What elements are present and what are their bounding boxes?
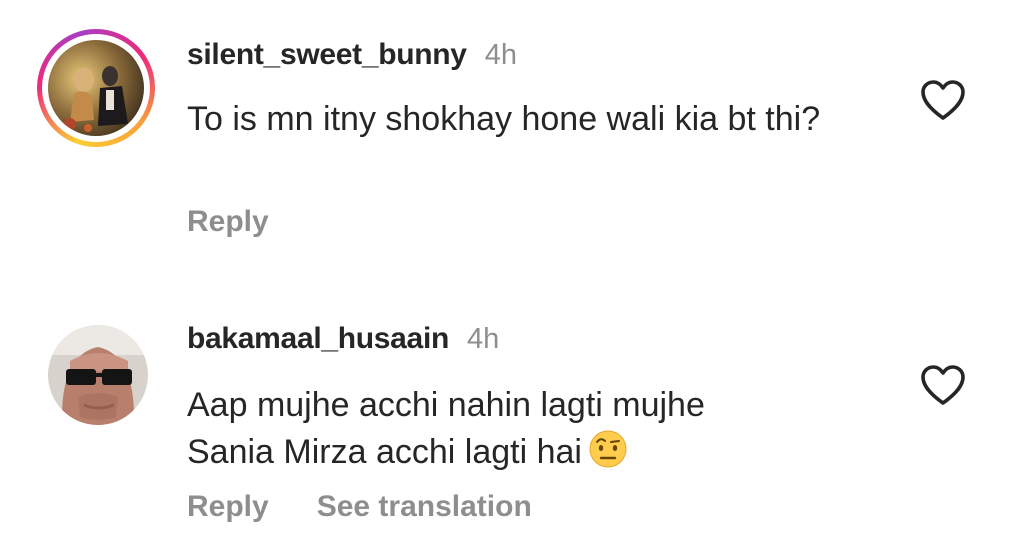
avatar[interactable] <box>48 325 148 425</box>
comment-header: bakamaal_husaain 4h <box>187 322 499 356</box>
avatar[interactable] <box>48 40 144 136</box>
username[interactable]: bakamaal_husaain <box>187 322 449 356</box>
comment-text-line: Aap mujhe acchi nahin lagti mujhe <box>187 386 705 424</box>
comment-actions: Reply See translation <box>187 490 532 524</box>
comment-text-line-content: Sania Mirza acchi lagti hai <box>187 433 582 471</box>
face-with-raised-eyebrow-emoji <box>589 430 627 468</box>
comment-text-line: Sania Mirza acchi lagti hai <box>187 429 887 476</box>
heart-outline-icon[interactable] <box>919 78 967 122</box>
comment-actions: Reply <box>187 205 269 239</box>
comment-text: To is mn itny shokhay hone wali kia bt t… <box>187 100 821 138</box>
username[interactable]: silent_sweet_bunny <box>187 38 467 72</box>
reply-button[interactable]: Reply <box>187 205 269 239</box>
heart-outline-icon[interactable] <box>919 363 967 407</box>
comment-text: Aap mujhe acchi nahin lagti mujhe Sania … <box>187 382 887 476</box>
comment-item: bakamaal_husaain 4h Aap mujhe acchi nahi… <box>0 280 1024 546</box>
reply-button[interactable]: Reply <box>187 490 269 524</box>
see-translation-button[interactable]: See translation <box>317 490 532 524</box>
comment-item: silent_sweet_bunny 4h To is mn itny shok… <box>0 0 1024 280</box>
timestamp: 4h <box>467 323 500 355</box>
comment-header: silent_sweet_bunny 4h <box>187 38 517 72</box>
timestamp: 4h <box>484 39 517 71</box>
